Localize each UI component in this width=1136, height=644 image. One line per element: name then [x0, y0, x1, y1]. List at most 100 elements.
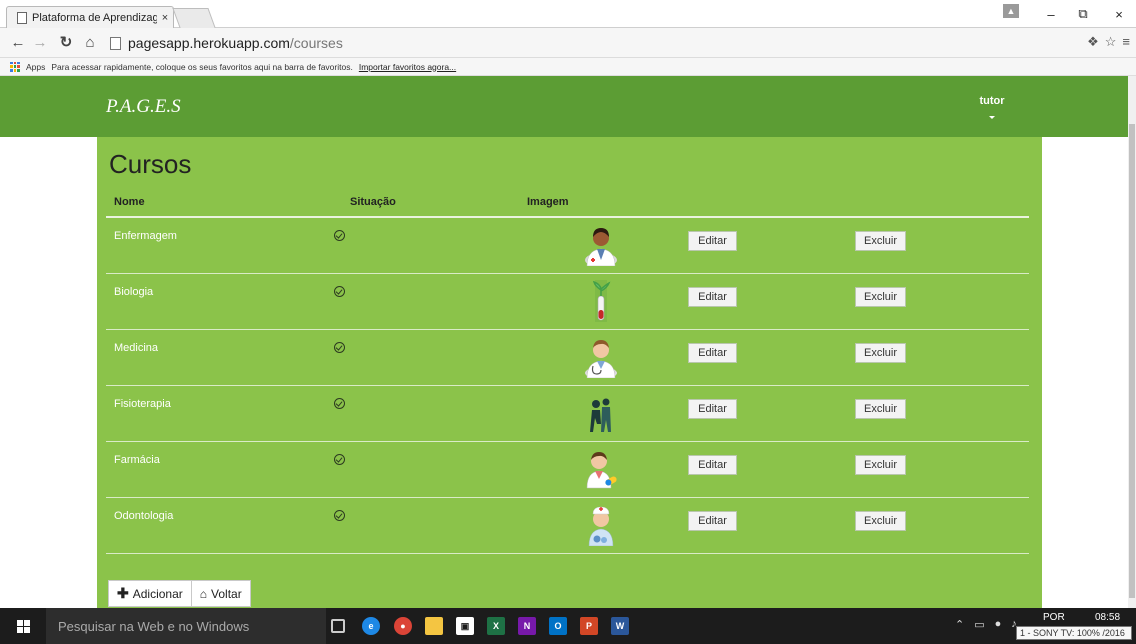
check-circle-icon [334, 230, 345, 241]
check-circle-icon [334, 510, 345, 521]
battery-icon[interactable]: ▭ [974, 618, 984, 631]
display-tooltip: 1 - SONY TV: 100% /2016 [1016, 626, 1132, 640]
close-window-button[interactable]: × [1102, 0, 1136, 28]
windows-taskbar: Pesquisar na Web e no Windows e ● ▣ X N … [0, 608, 1136, 644]
wifi-icon[interactable]: ● [995, 618, 1002, 631]
minimize-button[interactable]: – [1036, 0, 1066, 28]
windows-logo-icon [16, 619, 30, 633]
page-title: Cursos [109, 149, 192, 179]
language-indicator: POR [1043, 612, 1065, 623]
tab-close-icon[interactable]: × [157, 12, 173, 24]
url-field[interactable]: pagesapp.herokuapp.com/courses [110, 33, 1080, 53]
word-icon[interactable]: W [611, 617, 629, 635]
profile-icon[interactable]: ▲ [1003, 4, 1019, 18]
user-menu[interactable]: tutor [972, 95, 1012, 119]
powerpoint-icon[interactable]: P [580, 617, 598, 635]
caret-down-icon [989, 116, 995, 119]
back-button[interactable]: ⌂ Voltar [191, 580, 251, 607]
system-tray: ⌃ ▭ ● ♪ [955, 618, 1017, 631]
column-header-status: Situação [350, 196, 396, 208]
extension-icon[interactable]: ❖ [1087, 34, 1099, 50]
edit-button[interactable]: Editar [688, 343, 737, 363]
reload-icon[interactable]: ↻ [56, 33, 76, 53]
plus-icon: ✚ [117, 585, 129, 601]
outlook-icon[interactable]: O [549, 617, 567, 635]
brand-logo[interactable]: P.A.G.E.S [106, 96, 181, 118]
tab-title: Plataforma de Aprendizag [32, 11, 157, 24]
home-icon: ⌂ [199, 586, 208, 601]
back-arrow-icon[interactable]: ← [8, 33, 28, 53]
check-circle-icon [334, 454, 345, 465]
new-tab-button[interactable] [172, 8, 216, 28]
edit-button[interactable]: Editar [688, 399, 737, 419]
task-view-icon[interactable] [331, 619, 345, 633]
clock-time: 08:58 [1095, 612, 1121, 623]
delete-button[interactable]: Excluir [855, 287, 906, 307]
taskbar-search-input[interactable]: Pesquisar na Web e no Windows [46, 608, 326, 644]
import-bookmarks-link[interactable]: Importar favoritos agora... [359, 62, 456, 72]
delete-button[interactable]: Excluir [855, 399, 906, 419]
back-label: Voltar [211, 586, 242, 601]
menu-icon[interactable]: ≡ [1122, 34, 1130, 50]
check-circle-icon [334, 398, 345, 409]
page-icon [110, 36, 121, 50]
restore-button[interactable]: ⧉ [1068, 0, 1098, 28]
courses-panel: Cursos Nome Situação Imagem Enfermagem E… [97, 137, 1042, 608]
edge-browser-icon[interactable]: e [362, 617, 380, 635]
delete-button[interactable]: Excluir [855, 511, 906, 531]
add-label: Adicionar [132, 586, 183, 601]
check-circle-icon [334, 286, 345, 297]
page-icon [17, 11, 27, 24]
tooltip-date: /2016 [1102, 628, 1125, 638]
test-tube-plant-icon [592, 280, 611, 322]
course-name: Odontologia [114, 510, 174, 522]
course-name: Farmácia [114, 454, 160, 466]
onenote-icon[interactable]: N [518, 617, 536, 635]
table-row: Farmácia Editar Excluir [106, 442, 1029, 498]
bookmark-star-icon[interactable]: ☆ [1105, 34, 1117, 50]
excel-icon[interactable]: X [487, 617, 505, 635]
apps-link[interactable]: Apps [26, 62, 45, 72]
doctor-stethoscope-icon [585, 340, 617, 378]
course-name: Fisioterapia [114, 398, 171, 410]
bookmarks-hint: Para acessar rapidamente, coloque os seu… [51, 61, 353, 72]
column-header-name: Nome [114, 196, 145, 208]
edit-button[interactable]: Editar [688, 287, 737, 307]
action-button-group: ✚ Adicionar ⌂ Voltar [108, 580, 251, 607]
start-button[interactable] [0, 608, 46, 644]
chevron-up-icon[interactable]: ⌃ [955, 618, 964, 631]
edit-button[interactable]: Editar [688, 455, 737, 475]
table-row: Biologia Editar Excluir [106, 274, 1029, 330]
browser-tab-strip: Plataforma de Aprendizag × ▲ – ⧉ × [0, 0, 1136, 28]
browser-tab[interactable]: Plataforma de Aprendizag × [6, 6, 174, 28]
table-row: Enfermagem Editar Excluir [106, 218, 1029, 274]
scrollbar-thumb[interactable] [1129, 124, 1135, 598]
site-navbar: P.A.G.E.S tutor [0, 76, 1128, 137]
address-bar: ← → ↻ ⌂ pagesapp.herokuapp.com/courses ❖… [0, 28, 1136, 58]
apps-grid-icon[interactable] [10, 61, 20, 72]
home-icon[interactable]: ⌂ [80, 33, 100, 53]
nurse-doctor-icon [585, 228, 617, 266]
bookmarks-bar: Apps Para acessar rapidamente, coloque o… [0, 58, 1136, 76]
delete-button[interactable]: Excluir [855, 231, 906, 251]
file-explorer-icon[interactable] [425, 617, 443, 635]
pharmacist-icon [586, 452, 617, 489]
course-name: Enfermagem [114, 230, 177, 242]
web-page: P.A.G.E.S tutor Cursos Nome Situação Ima… [0, 76, 1128, 608]
physiotherapy-icon [590, 398, 611, 432]
add-course-button[interactable]: ✚ Adicionar [108, 580, 192, 607]
chrome-icon[interactable]: ● [394, 617, 412, 635]
edit-button[interactable]: Editar [688, 511, 737, 531]
store-icon[interactable]: ▣ [456, 617, 474, 635]
delete-button[interactable]: Excluir [855, 343, 906, 363]
taskbar-clock[interactable]: POR 08:58 [1043, 612, 1120, 623]
delete-button[interactable]: Excluir [855, 455, 906, 475]
dentist-nurse-icon [588, 506, 614, 546]
page-scrollbar[interactable] [1128, 76, 1136, 608]
edit-button[interactable]: Editar [688, 231, 737, 251]
table-row: Medicina Editar Excluir [106, 330, 1029, 386]
course-name: Medicina [114, 342, 159, 354]
user-name: tutor [979, 95, 1005, 107]
forward-arrow-icon[interactable]: → [30, 33, 50, 53]
url-host: pagesapp.herokuapp.com [128, 35, 290, 51]
